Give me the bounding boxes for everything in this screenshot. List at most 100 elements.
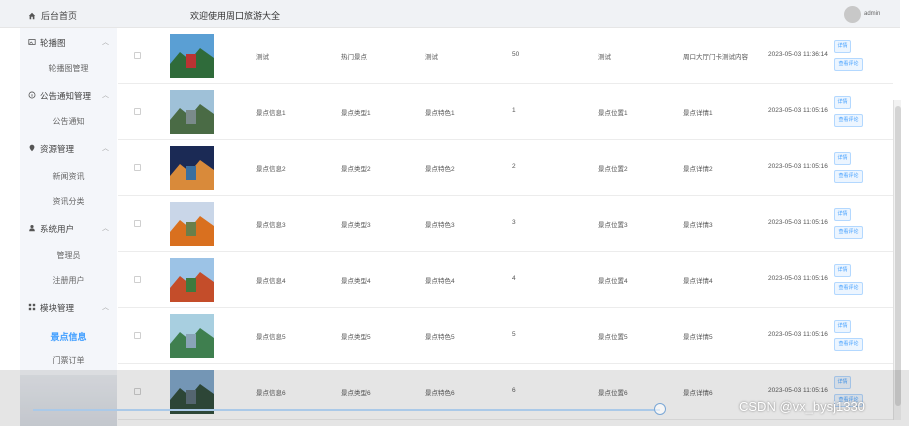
sidebar-group-resources[interactable]: 资源管理 ︿ [20,137,117,159]
attraction-thumbnail[interactable] [170,258,214,302]
thumbnail-image [170,34,214,78]
cell-detail: 景点详情1 [683,110,713,117]
cell-time: 2023-05-03 11:05:16 [768,219,828,226]
row-checkbox[interactable] [134,164,141,171]
row-checkbox[interactable] [134,332,141,339]
cell-detail: 景点详情6 [683,390,713,397]
scrollbar-thumb[interactable] [895,106,901,406]
cell-time: 2023-05-03 11:05:16 [768,107,828,114]
sidebar-group-modules[interactable]: 模块管理 ︿ [20,296,117,318]
attraction-thumbnail[interactable] [170,202,214,246]
view-comments-button[interactable]: 查看评论 [834,226,863,239]
cell-type: 热门景点 [341,54,367,61]
vertical-scrollbar[interactable] [893,100,901,420]
detail-button[interactable]: 详情 [834,40,851,53]
user-name[interactable]: admin [864,11,880,17]
info-icon [28,91,36,99]
detail-button[interactable]: 详情 [834,376,851,389]
home-icon [28,12,36,19]
sidebar-group-notice[interactable]: 公告通知管理 ︿ [20,84,117,106]
cell-location: 景点位置1 [598,110,628,117]
sidebar-item-admin[interactable]: 管理员 [20,250,117,261]
view-comments-button[interactable]: 查看评论 [834,170,863,183]
cell-count: 5 [512,331,516,338]
chevron-up-icon: ︿ [102,225,109,232]
table-row: 测试 热门景点 测试 50 测试 周口大厅门卡测试内容 2023-05-03 11:36:1… [118,28,893,84]
cell-type: 景点类型3 [341,222,371,229]
cell-detail: 景点详情3 [683,222,713,229]
cell-count: 6 [512,387,516,394]
attraction-thumbnail[interactable] [170,90,214,134]
cell-time: 2023-05-03 11:05:16 [768,387,828,394]
cell-feature: 景点特色1 [425,110,455,117]
cell-name: 景点信息6 [256,390,286,397]
video-seek-knob[interactable] [654,403,666,415]
cell-count: 2 [512,163,516,170]
welcome-text: 欢迎使用周口旅游大全 [190,11,281,21]
sidebar-group-label: 轮播图 [40,38,66,48]
cell-name: 景点信息1 [256,110,286,117]
detail-button[interactable]: 详情 [834,264,851,277]
cell-location: 景点位置5 [598,334,628,341]
cell-location: 景点位置2 [598,166,628,173]
view-comments-button[interactable]: 查看评论 [834,282,863,295]
view-comments-button[interactable]: 查看评论 [834,58,863,71]
cell-location: 景点位置6 [598,390,628,397]
sidebar-group-users[interactable]: 系统用户 ︿ [20,217,117,239]
cell-type: 景点类型1 [341,110,371,117]
top-bar: 后台首页 欢迎使用周口旅游大全 admin [0,0,900,28]
table-row: 景点信息5 景点类型5 景点特色5 5 景点位置5 景点详情5 2023-05-03 11:… [118,308,893,364]
view-comments-button[interactable]: 查看评论 [834,338,863,351]
home-link[interactable]: 后台首页 [28,9,77,22]
sidebar-item-carousel-manage[interactable]: 轮播图管理 [20,63,117,74]
detail-button[interactable]: 详情 [834,208,851,221]
cell-name: 测试 [256,54,269,61]
sidebar-item-notice[interactable]: 公告通知 [20,116,117,127]
attraction-thumbnail[interactable] [170,34,214,78]
row-checkbox[interactable] [134,220,141,227]
row-checkbox[interactable] [134,52,141,59]
cell-name: 景点信息3 [256,222,286,229]
attraction-thumbnail[interactable] [170,370,214,414]
cell-name: 景点信息2 [256,166,286,173]
cell-time: 2023-05-03 11:05:16 [768,275,828,282]
sidebar-item-ticket-orders[interactable]: 门票订单 [20,355,117,366]
video-seek-track[interactable] [33,409,660,411]
attraction-thumbnail[interactable] [170,146,214,190]
cell-feature: 景点特色5 [425,334,455,341]
sidebar-group-label: 资源管理 [40,144,75,154]
cell-feature: 景点特色2 [425,166,455,173]
sidebar-item-news-category[interactable]: 资讯分类 [20,196,117,207]
sidebar-group-carousel[interactable]: 轮播图 ︿ [20,31,117,53]
sidebar-item-news[interactable]: 新闻资讯 [20,171,117,182]
sidebar-item-attractions[interactable]: 景点信息 [20,330,117,343]
cell-detail: 景点详情2 [683,166,713,173]
cell-feature: 景点特色4 [425,278,455,285]
chevron-up-icon: ︿ [102,304,109,311]
row-checkbox[interactable] [134,276,141,283]
sidebar-item-registered-users[interactable]: 注册用户 [20,275,117,286]
sidebar-footer [20,375,117,426]
row-checkbox[interactable] [134,388,141,395]
detail-button[interactable]: 详情 [834,96,851,109]
attraction-thumbnail[interactable] [170,314,214,358]
cell-feature: 景点特色3 [425,222,455,229]
cell-count: 3 [512,219,516,226]
cell-time: 2023-05-03 11:36:14 [768,51,828,58]
view-comments-button[interactable]: 查看评论 [834,114,863,127]
cell-time: 2023-05-03 11:05:16 [768,331,828,338]
thumbnail-image [170,146,214,190]
cell-count: 50 [512,51,520,58]
table-row: 景点信息2 景点类型2 景点特色2 2 景点位置2 景点详情2 2023-05-03 11:… [118,140,893,196]
table-row: 景点信息4 景点类型4 景点特色4 4 景点位置4 景点详情4 2023-05-03 11:… [118,252,893,308]
avatar[interactable] [844,6,861,23]
cell-count: 1 [512,107,516,114]
sidebar: 轮播图 ︿ 轮播图管理 公告通知管理 ︿ 公告通知 资源管理 ︿ 新闻资讯 资讯… [20,28,117,426]
user-icon [29,224,35,232]
detail-button[interactable]: 详情 [834,152,851,165]
detail-button[interactable]: 详情 [834,320,851,333]
row-checkbox[interactable] [134,108,141,115]
watermark: CSDN @vx_bysj1330 [739,399,865,414]
sidebar-group-label: 模块管理 [40,303,75,313]
thumbnail-image [170,370,214,414]
